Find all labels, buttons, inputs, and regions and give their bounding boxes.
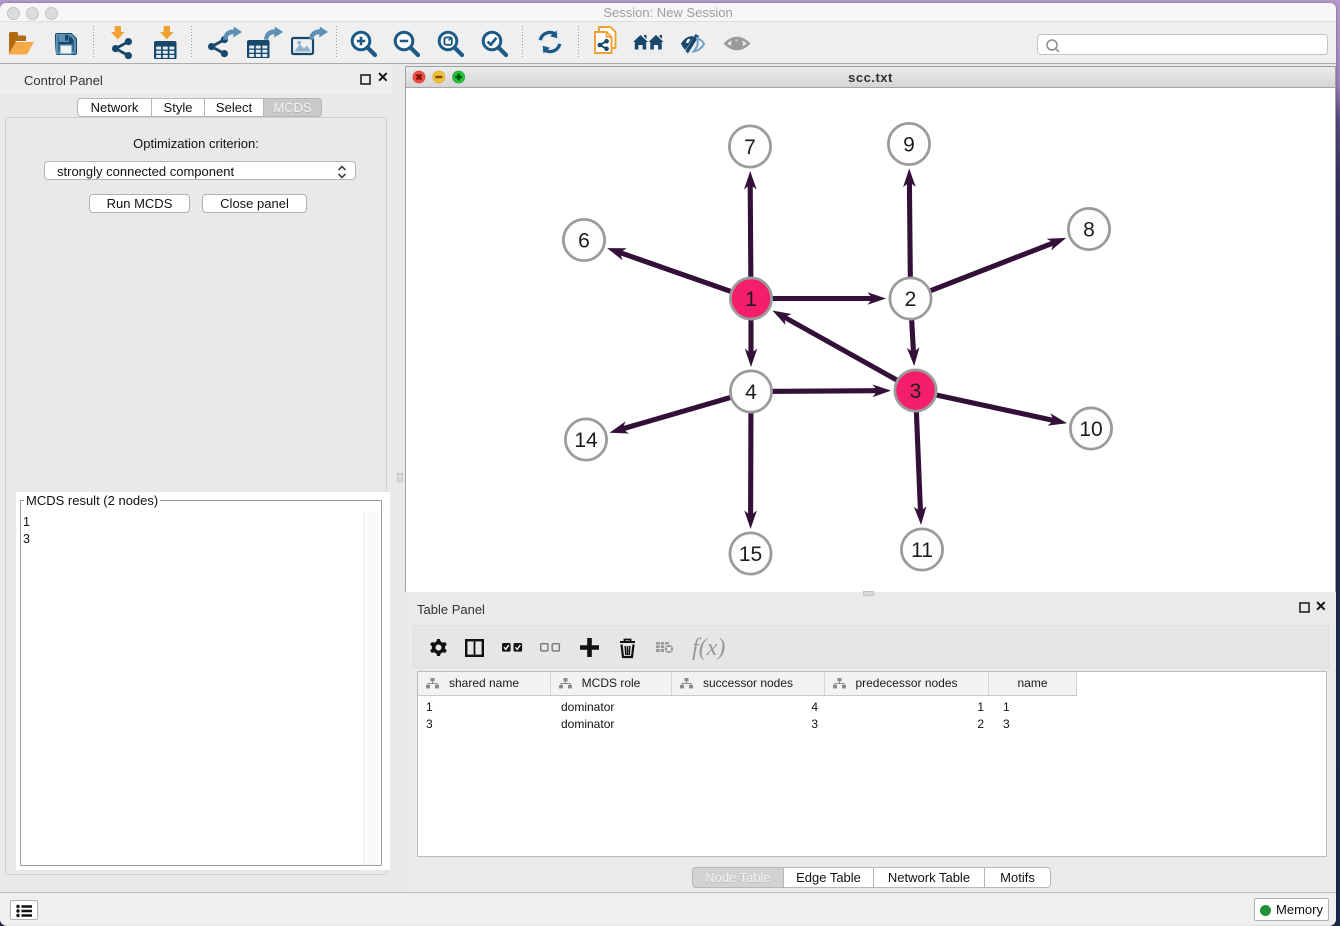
svg-text:10: 10 xyxy=(1079,418,1102,441)
svg-text:8: 8 xyxy=(1083,219,1095,242)
svg-text:4: 4 xyxy=(745,381,757,404)
svg-text:11: 11 xyxy=(911,539,933,562)
svg-text:9: 9 xyxy=(903,134,915,157)
svg-text:1: 1 xyxy=(745,288,757,311)
svg-text:2: 2 xyxy=(905,288,917,311)
svg-text:15: 15 xyxy=(739,543,762,566)
svg-text:7: 7 xyxy=(744,136,756,159)
svg-text:6: 6 xyxy=(578,230,590,253)
svg-text:f(x): f(x) xyxy=(692,635,725,661)
svg-text:14: 14 xyxy=(574,429,598,452)
svg-text:3: 3 xyxy=(910,380,922,403)
